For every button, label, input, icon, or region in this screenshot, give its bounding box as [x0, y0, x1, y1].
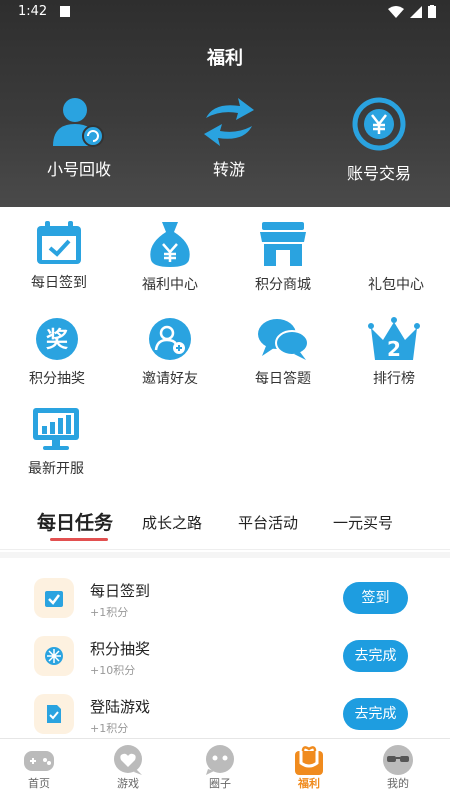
- tab-daily-tasks[interactable]: 每日任务: [37, 508, 113, 535]
- grid-label: 每日答题: [255, 371, 311, 387]
- nav-games[interactable]: 游戏: [98, 743, 158, 791]
- nav-me[interactable]: 我的: [368, 743, 428, 791]
- tab-one-yuan-account[interactable]: 一元买号: [333, 512, 393, 533]
- sunglasses-avatar-icon: [383, 745, 413, 775]
- nav-label: 我的: [387, 777, 409, 790]
- grid-daily-quiz[interactable]: 每日答题: [233, 316, 333, 388]
- nav-label: 首页: [28, 777, 50, 790]
- grid-label: 福利中心: [142, 277, 198, 293]
- yen-exchange-icon: [352, 97, 406, 151]
- task-tabs: 每日任务 成长之路 平台活动 一元买号: [0, 504, 450, 550]
- task-points: +1积分: [90, 606, 129, 619]
- grid-label: 积分商城: [255, 277, 311, 293]
- grid-gift-center[interactable]: 礼包中心: [346, 220, 446, 294]
- page-title: 福利: [207, 48, 243, 69]
- task-action-button[interactable]: 去完成: [343, 640, 408, 672]
- section-divider: [0, 552, 450, 558]
- task-icon: [34, 636, 74, 676]
- transfer-game-label: 转游: [212, 160, 245, 179]
- task-name: 每日签到: [90, 582, 151, 600]
- svg-text:奖: 奖: [46, 327, 69, 353]
- crown-rank-icon: 2: [368, 317, 420, 361]
- status-bar: 1:42: [0, 0, 450, 24]
- tab-growth-path[interactable]: 成长之路: [142, 512, 202, 533]
- invite-friend-icon: [149, 318, 191, 360]
- grid-new-servers[interactable]: 最新开服: [6, 406, 106, 478]
- nav-welfare[interactable]: 福利: [279, 743, 339, 791]
- transfer-game-button[interactable]: 转游: [169, 96, 289, 180]
- lottery-icon: 奖: [36, 318, 78, 360]
- document-check-icon: [47, 705, 61, 723]
- calendar-check-icon: [37, 221, 81, 264]
- account-trade-button[interactable]: 账号交易: [319, 96, 439, 184]
- grid-label: 礼包中心: [368, 277, 424, 293]
- grid-daily-checkin[interactable]: 每日签到: [9, 220, 109, 292]
- lottery-wheel-icon: [45, 647, 63, 665]
- task-row: 每日签到 +1积分 签到: [0, 572, 450, 630]
- task-action-button[interactable]: 去完成: [343, 698, 408, 730]
- transfer-arrows-icon: [204, 98, 254, 146]
- grid-label: 最新开服: [28, 461, 84, 477]
- account-recycle-button[interactable]: 小号回收: [19, 96, 139, 180]
- money-bag-icon: [150, 222, 190, 267]
- nav-label: 福利: [298, 777, 320, 790]
- status-time: 1:42: [18, 4, 48, 19]
- header: 1:42 福利 小号回收 转游 账号交易: [0, 0, 450, 207]
- account-trade-label: 账号交易: [346, 164, 411, 183]
- grid-label: 积分抽奖: [29, 371, 85, 387]
- bottom-nav: 首页 游戏 圈子 福利 我的: [0, 738, 450, 800]
- grid-points-lottery[interactable]: 奖 积分抽奖: [7, 316, 107, 388]
- nav-label: 游戏: [117, 777, 139, 790]
- task-icon: [34, 578, 74, 618]
- nav-label: 圈子: [209, 777, 231, 790]
- shop-icon: [260, 222, 306, 266]
- gift-box-icon: [295, 746, 323, 775]
- circle-chat-icon: [206, 745, 234, 775]
- grid-label: 排行榜: [373, 371, 415, 387]
- chat-bubbles-icon: [258, 319, 309, 360]
- grid-welfare-center[interactable]: 福利中心: [120, 220, 220, 294]
- grid-label: 每日签到: [31, 275, 87, 291]
- task-name: 登陆游戏: [90, 698, 151, 716]
- nav-home[interactable]: 首页: [9, 743, 69, 791]
- calendar-check-icon: [45, 591, 63, 607]
- grid-leaderboard[interactable]: 2 排行榜: [344, 316, 444, 388]
- gamepad-icon: [24, 751, 54, 771]
- signal-icon: [410, 5, 422, 18]
- battery-icon: [428, 5, 436, 18]
- gift-icon: [371, 220, 421, 268]
- nav-circle[interactable]: 圈子: [190, 743, 250, 791]
- task-row: 积分抽奖 +10积分 去完成: [0, 630, 450, 688]
- user-recycle-icon: [53, 98, 104, 147]
- notification-icon: [60, 6, 70, 17]
- task-points: +1积分: [90, 722, 129, 735]
- task-points: +10积分: [90, 664, 136, 677]
- task-icon: [34, 694, 74, 734]
- tab-platform-events[interactable]: 平台活动: [238, 512, 298, 533]
- task-name: 积分抽奖: [90, 640, 151, 658]
- monitor-chart-icon: [33, 408, 79, 450]
- svg-text:2: 2: [387, 337, 401, 361]
- heart-bubble-icon: [114, 745, 142, 775]
- account-recycle-label: 小号回收: [46, 160, 111, 179]
- wifi-icon: [388, 5, 404, 18]
- grid-points-mall[interactable]: 积分商城: [233, 220, 333, 294]
- task-action-button[interactable]: 签到: [343, 582, 408, 614]
- grid-label: 邀请好友: [142, 371, 198, 387]
- active-tab-underline: [50, 538, 108, 541]
- grid-invite-friends[interactable]: 邀请好友: [120, 316, 220, 388]
